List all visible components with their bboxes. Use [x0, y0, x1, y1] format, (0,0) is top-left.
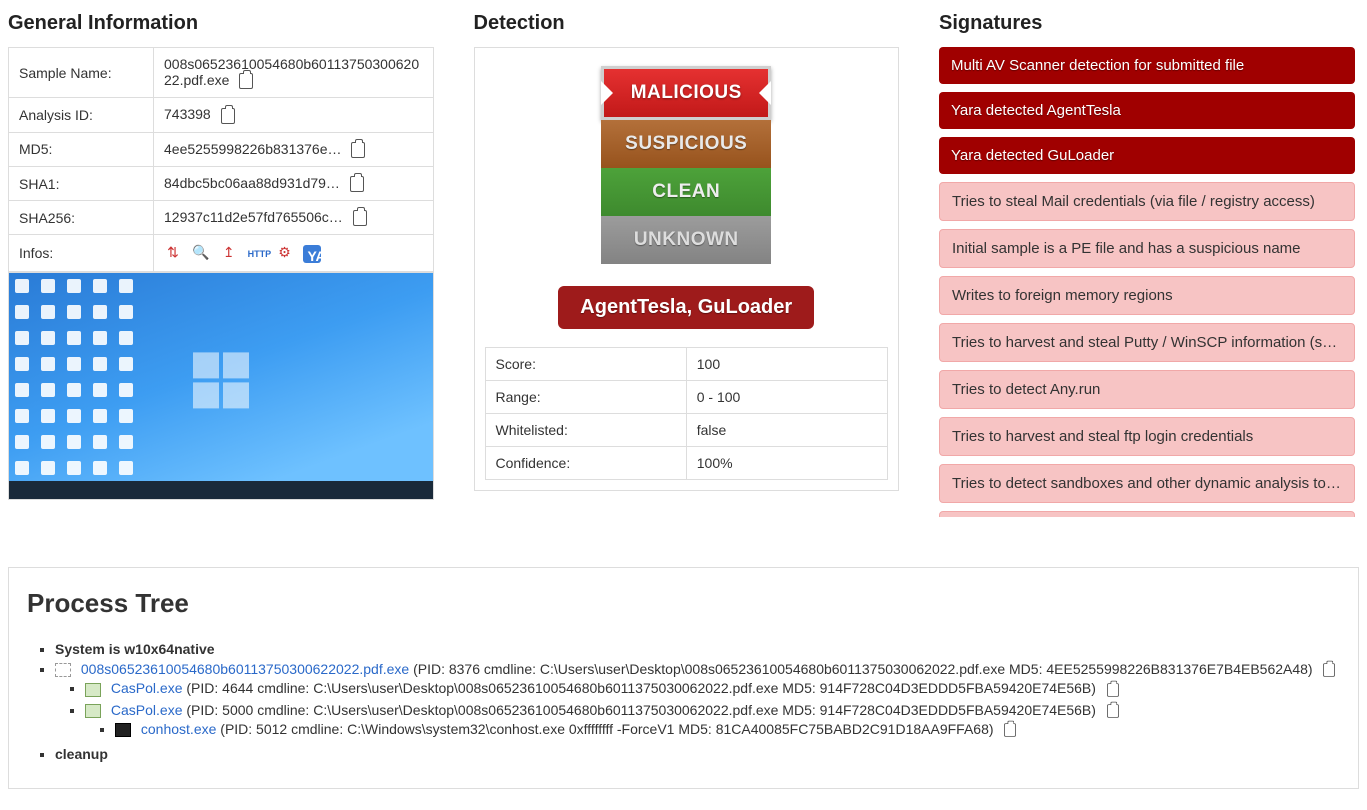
yara-badge[interactable]: YARA	[303, 245, 321, 263]
process-icon	[85, 704, 101, 718]
general-info-title: General Information	[8, 12, 434, 35]
signatures-title: Signatures	[939, 12, 1359, 35]
signature-item[interactable]: Uses an obfuscated file name to hide its…	[939, 511, 1355, 517]
signatures-panel: Signatures Multi AV Scanner detection fo…	[939, 8, 1359, 517]
search-icon[interactable]: 🔍	[192, 243, 210, 261]
signature-item[interactable]: Multi AV Scanner detection for submitted…	[939, 47, 1355, 84]
copy-icon[interactable]	[350, 176, 364, 192]
process-detail: (PID: 5000 cmdline: C:\Users\user\Deskto…	[182, 702, 1095, 718]
label-sample-name: Sample Name:	[9, 48, 154, 98]
value-confidence: 100%	[686, 447, 887, 480]
signature-item[interactable]: Tries to detect Any.run	[939, 370, 1355, 409]
signature-item[interactable]: Tries to detect sandboxes and other dyna…	[939, 464, 1355, 503]
vm-screenshot[interactable]	[8, 272, 434, 500]
value-score: 100	[686, 348, 887, 381]
process-link[interactable]: conhost.exe	[141, 721, 217, 737]
signature-item[interactable]: Yara detected AgentTesla	[939, 92, 1355, 129]
tree-cleanup-line: cleanup	[55, 744, 1340, 764]
http-icon[interactable]: HTTP	[248, 245, 266, 263]
signature-item[interactable]: Tries to harvest and steal ftp login cre…	[939, 417, 1355, 456]
detection-panel: Detection MALICIOUS SUSPICIOUS CLEAN UNK…	[474, 8, 900, 491]
signature-item[interactable]: Initial sample is a PE file and has a su…	[939, 229, 1355, 268]
label-score: Score:	[485, 348, 686, 381]
copy-icon[interactable]	[1004, 723, 1016, 737]
copy-icon[interactable]	[239, 73, 253, 89]
network-icon[interactable]: ⇅	[164, 243, 182, 261]
label-sha1: SHA1:	[9, 166, 154, 200]
process-icon	[55, 663, 71, 677]
label-analysis-id: Analysis ID:	[9, 98, 154, 132]
tree-grandchild: conhost.exe (PID: 5012 cmdline: C:\Windo…	[115, 719, 1340, 740]
value-sample-name: 008s06523610054680b60113750300620 22.pdf…	[154, 48, 434, 98]
value-md5: 4ee5255998226b831376e…	[154, 132, 434, 166]
process-link[interactable]: CasPol.exe	[111, 702, 183, 718]
process-link[interactable]: 008s06523610054680b60113750300622022.pdf…	[81, 661, 409, 677]
copy-icon[interactable]	[1107, 683, 1119, 697]
value-analysis-id: 743398	[154, 98, 434, 132]
copy-icon[interactable]	[221, 108, 235, 124]
value-whitelisted: false	[686, 414, 887, 447]
verdict-suspicious: SUSPICIOUS	[601, 120, 771, 168]
process-detail: (PID: 5012 cmdline: C:\Windows\system32\…	[216, 721, 993, 737]
label-whitelisted: Whitelisted:	[485, 414, 686, 447]
general-info-panel: General Information Sample Name: 008s065…	[8, 8, 434, 500]
verdict-stack: MALICIOUS SUSPICIOUS CLEAN UNKNOWN	[601, 66, 771, 264]
upload-icon[interactable]: ↥	[220, 243, 238, 261]
process-detail: (PID: 4644 cmdline: C:\Users\user\Deskto…	[182, 680, 1095, 696]
gears-icon[interactable]: ⚙	[276, 243, 294, 261]
value-sha1: 84dbc5bc06aa88d931d79…	[154, 166, 434, 200]
label-sha256: SHA256:	[9, 201, 154, 235]
signature-item[interactable]: Tries to harvest and steal Putty / WinSC…	[939, 323, 1355, 362]
copy-icon[interactable]	[351, 142, 365, 158]
label-md5: MD5:	[9, 132, 154, 166]
general-info-table: Sample Name: 008s06523610054680b60113750…	[8, 47, 434, 272]
signature-item[interactable]: Writes to foreign memory regions	[939, 276, 1355, 315]
detection-title: Detection	[474, 12, 900, 35]
process-link[interactable]: CasPol.exe	[111, 680, 183, 696]
copy-icon[interactable]	[353, 210, 367, 226]
tree-root: 008s06523610054680b60113750300622022.pdf…	[55, 659, 1340, 744]
tree-system-line: System is w10x64native	[55, 639, 1340, 659]
copy-icon[interactable]	[1324, 663, 1336, 677]
label-range: Range:	[485, 381, 686, 414]
verdict-malicious: MALICIOUS	[601, 66, 771, 120]
tree-child: CasPol.exe (PID: 4644 cmdline: C:\Users\…	[85, 678, 1340, 699]
process-tree-title: Process Tree	[27, 588, 1340, 619]
classification-badge: AgentTesla, GuLoader	[558, 286, 814, 329]
score-table: Score: 100 Range: 0 - 100 Whitelisted: f…	[485, 347, 889, 480]
process-tree: System is w10x64native 008s0652361005468…	[27, 639, 1340, 764]
label-confidence: Confidence:	[485, 447, 686, 480]
value-sha256: 12937c11d2e57fd765506c…	[154, 201, 434, 235]
info-icons-row: ⇅ 🔍 ↥ HTTP ⚙ YARA	[154, 235, 434, 272]
verdict-clean: CLEAN	[601, 168, 771, 216]
signature-item[interactable]: Tries to steal Mail credentials (via fil…	[939, 182, 1355, 221]
process-detail: (PID: 8376 cmdline: C:\Users\user\Deskto…	[409, 661, 1312, 677]
copy-icon[interactable]	[1107, 704, 1119, 718]
value-range: 0 - 100	[686, 381, 887, 414]
signatures-list[interactable]: Multi AV Scanner detection for submitted…	[939, 47, 1359, 517]
label-infos: Infos:	[9, 235, 154, 272]
process-icon	[85, 683, 101, 697]
process-tree-panel: Process Tree System is w10x64native 008s…	[8, 567, 1359, 789]
signature-item[interactable]: Yara detected GuLoader	[939, 137, 1355, 174]
tree-child: CasPol.exe (PID: 5000 cmdline: C:\Users\…	[85, 700, 1340, 743]
verdict-unknown: UNKNOWN	[601, 216, 771, 264]
process-icon	[115, 723, 131, 737]
